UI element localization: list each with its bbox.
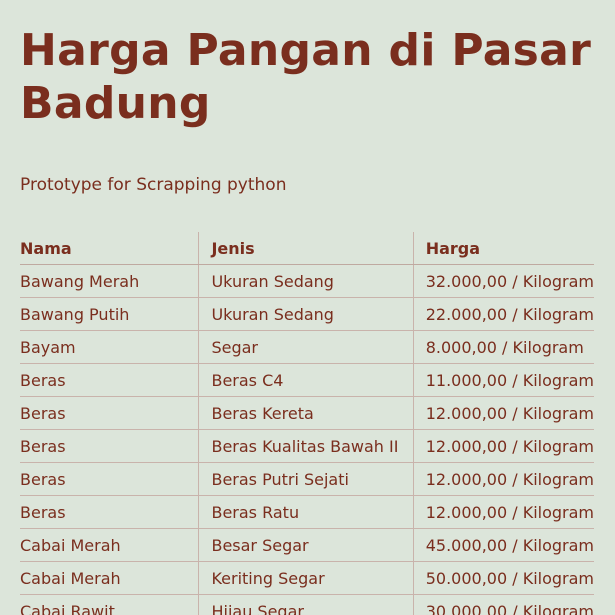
cell-jenis: Beras C4 — [198, 363, 414, 397]
cell-harga: 45.000,00 / Kilogram — [412, 528, 594, 562]
cell-harga: 30.000,00 / Kilogram — [412, 594, 594, 615]
price-table: Nama Jenis Harga Bawang Merah Ukuran Sed… — [20, 232, 594, 615]
cell-jenis: Beras Putri Sejati — [198, 462, 414, 496]
cell-jenis: Segar — [198, 330, 414, 364]
table-row: Cabai Merah Keriting Segar 50.000,00 / K… — [20, 561, 594, 595]
cell-nama: Beras — [20, 396, 199, 430]
table-row: Bayam Segar 8.000,00 / Kilogram — [20, 330, 594, 364]
column-header-nama: Nama — [20, 232, 199, 265]
table-row: Bawang Merah Ukuran Sedang 32.000,00 / K… — [20, 264, 594, 298]
table-row: Beras Beras Kualitas Bawah II 12.000,00 … — [20, 429, 594, 463]
cell-nama: Bawang Putih — [20, 297, 199, 331]
cell-harga: 12.000,00 / Kilogram — [412, 495, 594, 529]
column-header-harga: Harga — [412, 232, 594, 265]
table-row: Cabai Rawit Hijau Segar 30.000,00 / Kilo… — [20, 594, 594, 615]
table-row: Beras Beras Kereta 12.000,00 / Kilogram — [20, 396, 594, 430]
table-row: Beras Beras C4 11.000,00 / Kilogram — [20, 363, 594, 397]
cell-jenis: Keriting Segar — [198, 561, 414, 595]
cell-harga: 12.000,00 / Kilogram — [412, 462, 594, 496]
cell-jenis: Beras Ratu — [198, 495, 414, 529]
cell-jenis: Ukuran Sedang — [198, 297, 414, 331]
cell-nama: Bawang Merah — [20, 264, 199, 298]
cell-harga: 11.000,00 / Kilogram — [412, 363, 594, 397]
cell-jenis: Beras Kereta — [198, 396, 414, 430]
table-row: Bawang Putih Ukuran Sedang 22.000,00 / K… — [20, 297, 594, 331]
cell-harga: 32.000,00 / Kilogram — [412, 264, 594, 298]
cell-harga: 12.000,00 / Kilogram — [412, 429, 594, 463]
column-header-jenis: Jenis — [198, 232, 414, 265]
cell-jenis: Besar Segar — [198, 528, 414, 562]
table-row: Cabai Merah Besar Segar 45.000,00 / Kilo… — [20, 528, 594, 562]
page: Harga Pangan di Pasar Badung Prototype f… — [0, 0, 615, 615]
cell-jenis: Ukuran Sedang — [198, 264, 414, 298]
table-header-row: Nama Jenis Harga — [20, 232, 594, 265]
cell-harga: 12.000,00 / Kilogram — [412, 396, 594, 430]
table-row: Beras Beras Putri Sejati 12.000,00 / Kil… — [20, 462, 594, 496]
cell-nama: Cabai Rawit — [20, 594, 199, 615]
page-subtitle: Prototype for Scrapping python — [20, 175, 287, 195]
cell-harga: 50.000,00 / Kilogram — [412, 561, 594, 595]
cell-nama: Beras — [20, 429, 199, 463]
cell-harga: 22.000,00 / Kilogram — [412, 297, 594, 331]
cell-nama: Cabai Merah — [20, 528, 199, 562]
page-title: Harga Pangan di Pasar Badung — [20, 25, 592, 129]
cell-jenis: Hijau Segar — [198, 594, 414, 615]
cell-nama: Beras — [20, 462, 199, 496]
cell-jenis: Beras Kualitas Bawah II — [198, 429, 414, 463]
cell-harga: 8.000,00 / Kilogram — [412, 330, 594, 364]
table-row: Beras Beras Ratu 12.000,00 / Kilogram — [20, 495, 594, 529]
cell-nama: Beras — [20, 495, 199, 529]
cell-nama: Cabai Merah — [20, 561, 199, 595]
cell-nama: Beras — [20, 363, 199, 397]
cell-nama: Bayam — [20, 330, 199, 364]
